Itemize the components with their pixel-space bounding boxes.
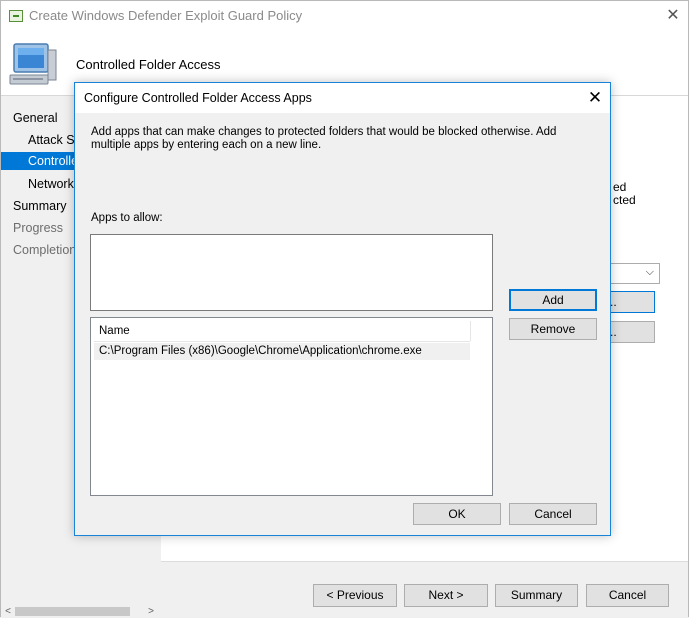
background-button-2-label: .. [610, 325, 617, 339]
nav-item-network[interactable]: Network [28, 177, 74, 191]
column-header-name[interactable]: Name [99, 325, 130, 337]
background-button-2[interactable]: .. [609, 321, 655, 343]
list-item-path: C:\Program Files (x86)\Google\Chrome\App… [99, 345, 422, 357]
scroll-thumb[interactable] [15, 607, 130, 616]
summary-button[interactable]: Summary [495, 584, 578, 607]
wizard-title: Create Windows Defender Exploit Guard Po… [29, 8, 303, 23]
ok-button[interactable]: OK [413, 503, 501, 525]
scroll-right-icon[interactable]: > [144, 605, 158, 618]
chevron-down-icon: ⌵ [645, 266, 654, 278]
scroll-left-icon[interactable]: < [1, 605, 15, 618]
wizard-titlebar: Create Windows Defender Exploit Guard Po… [1, 1, 688, 31]
nav-horizontal-scrollbar[interactable]: < > [1, 605, 161, 618]
wizard-header-title: Controlled Folder Access [76, 57, 221, 72]
wizard-app-icon [9, 10, 23, 22]
nav-item-completion: Completion [13, 243, 77, 257]
background-button-1[interactable]: .. [609, 291, 655, 313]
remove-button[interactable]: Remove [509, 318, 597, 340]
background-dropdown[interactable]: ⌵ [609, 263, 660, 284]
next-button[interactable]: Next > [404, 584, 488, 607]
partial-text-1: ed [613, 180, 627, 194]
previous-button[interactable]: < Previous [313, 584, 397, 607]
dialog-titlebar: Configure Controlled Folder Access Apps … [75, 83, 610, 113]
dialog-title: Configure Controlled Folder Access Apps [84, 91, 312, 105]
apps-to-allow-label: Apps to allow: [91, 212, 163, 224]
nav-item-progress: Progress [13, 221, 64, 235]
add-button[interactable]: Add [509, 289, 597, 311]
column-divider[interactable] [470, 321, 471, 341]
allowed-apps-list[interactable]: Name C:\Program Files (x86)\Google\Chrom… [90, 317, 493, 496]
list-header[interactable]: Name [94, 321, 471, 342]
cancel-button[interactable]: Cancel [586, 584, 669, 607]
background-button-1-label: .. [610, 295, 617, 309]
apps-input-textarea[interactable] [90, 234, 493, 311]
list-item[interactable]: C:\Program Files (x86)\Google\Chrome\App… [94, 343, 470, 360]
wizard-close-icon[interactable]: ✕ [662, 5, 684, 27]
nav-item-general[interactable]: General [13, 111, 57, 125]
partial-text-2: cted [613, 193, 636, 207]
dialog-description: Add apps that can make changes to protec… [91, 126, 557, 151]
nav-item-summary[interactable]: Summary [13, 199, 66, 213]
configure-apps-dialog: Configure Controlled Folder Access Apps … [74, 82, 611, 536]
dialog-close-icon[interactable]: ✕ [583, 86, 607, 110]
dialog-cancel-button[interactable]: Cancel [509, 503, 597, 525]
computer-monitor-icon [9, 43, 57, 85]
